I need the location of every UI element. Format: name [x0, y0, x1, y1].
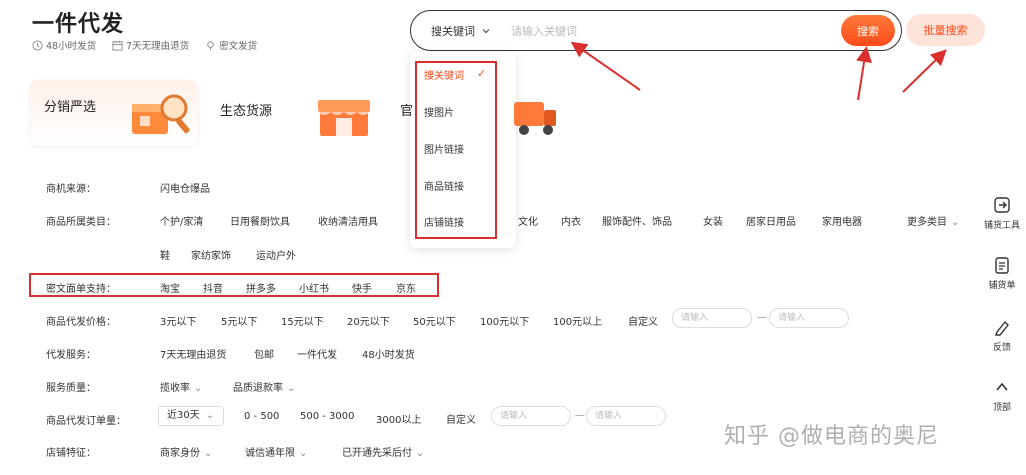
pen-icon: [995, 320, 1009, 336]
search-input[interactable]: [511, 22, 811, 40]
filter-option[interactable]: 包邮: [254, 346, 274, 361]
tab-guan[interactable]: 官: [400, 100, 413, 119]
feature-item: 密文发货: [205, 38, 257, 52]
pin-icon: [207, 40, 214, 50]
chevron-down-icon: ⌄: [299, 448, 308, 459]
filter-option[interactable]: 自定义: [628, 313, 658, 328]
tab-shengtai[interactable]: 生态货源: [220, 100, 272, 119]
quality-dropdown[interactable]: 揽收率 ⌄: [160, 379, 202, 394]
chevron-down-icon: [482, 29, 490, 34]
tab-fenxiao[interactable]: 分销严选: [44, 96, 96, 115]
filter-option[interactable]: 20元以下: [347, 313, 390, 328]
range-dash: —: [575, 410, 585, 421]
filter-option[interactable]: 3元以下: [160, 313, 196, 328]
filter-label-price: 商品代发价格：: [46, 317, 116, 328]
range-dash: —: [757, 312, 767, 323]
filter-label-source: 商机来源：: [46, 184, 96, 195]
filter-option[interactable]: 100元以上: [553, 313, 602, 328]
filter-option[interactable]: 自定义: [446, 411, 476, 426]
annotation-box: [29, 273, 439, 297]
price-min-input[interactable]: 请输入: [672, 308, 752, 328]
filter-label-orders: 商品代发订单量：: [46, 416, 126, 427]
chevron-down-icon: ⌄: [287, 383, 296, 394]
filter-option[interactable]: 运动户外: [256, 247, 296, 262]
filter-option[interactable]: 500 - 3000: [300, 411, 355, 422]
filter-option[interactable]: 50元以下: [413, 313, 456, 328]
shop-dropdown[interactable]: 商家身份 ⌄: [160, 444, 212, 459]
up-icon: [996, 382, 1008, 391]
tool-icon: [994, 197, 1010, 213]
filter-option[interactable]: 文化: [518, 213, 538, 228]
sidebar-item-list[interactable]: 铺货单: [978, 256, 1026, 291]
feature-item: 48小时发货: [32, 38, 96, 52]
filter-option[interactable]: 闪电仓爆品: [160, 180, 210, 195]
filter-option[interactable]: 100元以下: [480, 313, 529, 328]
chevron-down-icon: ⌄: [204, 448, 213, 459]
batch-search-button[interactable]: 批量搜索: [906, 14, 985, 46]
shop-dropdown[interactable]: 已开通先采后付 ⌄: [342, 444, 424, 459]
filter-option[interactable]: 15元以下: [281, 313, 324, 328]
filter-option[interactable]: 一件代发: [297, 346, 337, 361]
filter-option[interactable]: 3000以上: [376, 411, 421, 426]
sidebar-item-top[interactable]: 顶部: [978, 378, 1026, 413]
search-type-select[interactable]: 搜关键词: [431, 23, 491, 39]
filter-label-shop: 店铺特征：: [46, 448, 96, 459]
filter-option[interactable]: 家纺家饰: [191, 247, 231, 262]
annotation-box: [415, 61, 497, 239]
watermark: 知乎 @做电商的奥尼: [724, 424, 939, 449]
filter-option[interactable]: 收纳清洁用具: [318, 213, 378, 228]
orders-period-select[interactable]: 近30天 ⌄: [158, 406, 224, 426]
filter-option[interactable]: 鞋: [160, 247, 170, 262]
page-title: 一件代发: [32, 12, 125, 37]
filter-label-quality: 服务质量：: [46, 383, 96, 394]
orders-max-input[interactable]: 请输入: [586, 406, 666, 426]
search-bar: 搜关键词 搜索: [410, 10, 902, 51]
filter-option[interactable]: 家用电器: [822, 213, 862, 228]
filter-option[interactable]: 5元以下: [221, 313, 257, 328]
filter-option[interactable]: 居家日用品: [746, 213, 796, 228]
clock-icon: [32, 39, 43, 51]
shop-dropdown[interactable]: 诚信通年限 ⌄: [245, 444, 307, 459]
filter-option[interactable]: 日用餐厨饮具: [230, 213, 290, 228]
truck-icon: [514, 102, 556, 135]
box-magnifier-icon: [132, 94, 190, 134]
chevron-down-icon: ⌄: [194, 383, 203, 394]
filter-label-service: 代发服务：: [46, 350, 96, 361]
sidebar-item-feedback[interactable]: 反馈: [978, 318, 1026, 353]
search-button[interactable]: 搜索: [841, 15, 895, 46]
filter-label-category: 商品所属类目：: [46, 217, 116, 228]
filter-option[interactable]: 0 - 500: [244, 411, 279, 422]
calendar-icon: [112, 40, 123, 51]
feature-item: 7天无理由退货: [112, 38, 189, 52]
shop-icon: [318, 100, 370, 136]
price-max-input[interactable]: 请输入: [769, 308, 849, 328]
filter-option[interactable]: 48小时发货: [362, 346, 415, 361]
filter-option[interactable]: 个护/家清: [160, 213, 203, 228]
quality-dropdown[interactable]: 品质退款率 ⌄: [233, 379, 295, 394]
sidebar-item-tool[interactable]: 铺货工具: [978, 196, 1026, 231]
filter-option[interactable]: 内衣: [561, 213, 581, 228]
chevron-down-icon: ⌄: [951, 217, 960, 228]
feature-list: 48小时发货 7天无理由退货 密文发货: [32, 38, 257, 52]
filter-option[interactable]: 服饰配件、饰品: [602, 213, 672, 228]
filter-option[interactable]: 7天无理由退货: [160, 346, 226, 361]
filter-option[interactable]: 女装: [703, 213, 723, 228]
orders-min-input[interactable]: 请输入: [491, 406, 571, 426]
chevron-down-icon: ⌄: [205, 410, 215, 421]
list-icon: [995, 257, 1009, 274]
chevron-down-icon: ⌄: [416, 448, 425, 459]
more-categories-button[interactable]: 更多类目 ⌄: [907, 213, 959, 228]
